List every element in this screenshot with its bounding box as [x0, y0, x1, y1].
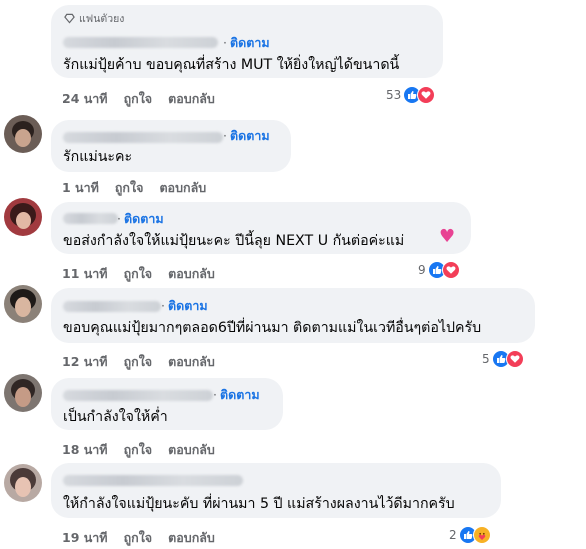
comment-item: · ติดตาม ขอส่งกำลังใจให้แม่ปุ้ยนะคะ ปีนี้…: [0, 194, 586, 284]
heart-emoji: ♥: [439, 226, 456, 247]
comment-time[interactable]: 24 นาที: [62, 89, 108, 109]
reaction-count: 9: [418, 263, 426, 277]
reaction-summary[interactable]: 5: [482, 350, 524, 368]
comment-actions: 12 นาที ถูกใจ ตอบกลับ: [62, 352, 215, 372]
like-button[interactable]: ถูกใจ: [124, 528, 153, 548]
comment-text: ขอบคุณแม่ปุ้ยมากๆตลอด6ปีที่ผ่านมา ติดตาม…: [63, 320, 482, 336]
reaction-summary[interactable]: 2: [449, 526, 491, 544]
reply-button[interactable]: ตอบกลับ: [168, 528, 215, 548]
like-button[interactable]: ถูกใจ: [124, 440, 153, 460]
comment-actions: 24 นาที ถูกใจ ตอบกลับ: [62, 89, 215, 109]
reply-button[interactable]: ตอบกลับ: [168, 440, 215, 460]
comment-item: · ติดตาม ขอบคุณแม่ปุ้ยมากๆตลอด6ปีที่ผ่านม…: [0, 285, 586, 375]
commenter-name-blurred[interactable]: [63, 132, 223, 143]
comment-time[interactable]: 19 นาที: [62, 528, 108, 548]
reaction-count: 2: [449, 528, 457, 542]
reply-button[interactable]: ตอบกลับ: [168, 352, 215, 372]
like-button[interactable]: ถูกใจ: [124, 352, 153, 372]
follow-link[interactable]: · ติดตาม: [223, 126, 270, 146]
comment-time[interactable]: 11 นาที: [62, 264, 108, 284]
like-button[interactable]: ถูกใจ: [124, 89, 153, 109]
follow-link[interactable]: · ติดตาม: [117, 209, 164, 229]
fan-badge-label: แฟนตัวยง: [79, 13, 125, 25]
comment-text: รักแม่ปุ้ยค้าบ ขอบคุณที่สร้าง MUT ให้ยิ่…: [63, 57, 400, 73]
care-icon: [472, 526, 491, 544]
commenter-name-blurred[interactable]: [63, 475, 243, 486]
comment-actions: 19 นาที ถูกใจ ตอบกลับ: [62, 528, 215, 548]
comment-text: ให้กำลังใจแม่ปุ้ยนะคับ ที่ผ่านมา 5 ปี แม…: [63, 496, 455, 512]
comment-time[interactable]: 18 นาที: [62, 440, 108, 460]
comment-time[interactable]: 12 นาที: [62, 352, 108, 372]
comment-bubble: · ติดตาม เป็นกำลังใจให้ค่ำ: [51, 378, 283, 430]
reply-button[interactable]: ตอบกลับ: [168, 264, 215, 284]
love-icon: [505, 350, 524, 368]
comment-bubble: แฟนตัวยง · ติดตาม รักแม่ปุ้ยค้าบ ขอบคุณที…: [51, 5, 443, 78]
love-icon: [441, 261, 460, 279]
comment-item: แฟนตัวยง · ติดตาม รักแม่ปุ้ยค้าบ ขอบคุณที…: [0, 0, 586, 106]
commenter-name-blurred[interactable]: [63, 301, 161, 312]
comment-item: · ติดตาม เป็นกำลังใจให้ค่ำ 18 นาที ถูกใจ …: [0, 374, 586, 464]
comment-text: เป็นกำลังใจให้ค่ำ: [63, 409, 168, 425]
comment-bubble: · ติดตาม ขอส่งกำลังใจให้แม่ปุ้ยนะคะ ปีนี้…: [51, 202, 471, 254]
comment-item: ให้กำลังใจแม่ปุ้ยนะคับ ที่ผ่านมา 5 ปี แม…: [0, 458, 586, 548]
comment-actions: 11 นาที ถูกใจ ตอบกลับ: [62, 264, 215, 284]
avatar[interactable]: [4, 198, 42, 236]
avatar[interactable]: [4, 464, 42, 502]
diamond-icon: [64, 13, 75, 24]
comment-text: ขอส่งกำลังใจให้แม่ปุ้ยนะคะ ปีนี้ลุย NEXT…: [63, 233, 405, 249]
comment-bubble: · ติดตาม รักแม่นะคะ: [51, 120, 291, 172]
reaction-summary[interactable]: 53: [386, 86, 436, 104]
commenter-name-blurred[interactable]: [63, 213, 118, 224]
comment-bubble: ให้กำลังใจแม่ปุ้ยนะคับ ที่ผ่านมา 5 ปี แม…: [51, 463, 501, 518]
commenter-name-blurred[interactable]: [63, 390, 213, 401]
comment-bubble: · ติดตาม ขอบคุณแม่ปุ้ยมากๆตลอด6ปีที่ผ่านม…: [51, 288, 535, 343]
comment-text: รักแม่นะคะ: [63, 149, 133, 165]
love-icon: [417, 86, 436, 104]
reaction-count: 53: [386, 88, 402, 102]
avatar[interactable]: [4, 374, 42, 412]
follow-link[interactable]: · ติดตาม: [161, 296, 208, 316]
commenter-name-blurred[interactable]: [63, 37, 218, 48]
follow-link[interactable]: · ติดตาม: [223, 33, 270, 53]
avatar[interactable]: [4, 285, 42, 323]
comment-item: · ติดตาม รักแม่นะคะ 1 นาที ถูกใจ ตอบกลับ: [0, 113, 586, 203]
like-button[interactable]: ถูกใจ: [124, 264, 153, 284]
reply-button[interactable]: ตอบกลับ: [168, 89, 215, 109]
top-fan-badge: แฟนตัวยง: [64, 10, 124, 27]
comment-actions: 18 นาที ถูกใจ ตอบกลับ: [62, 440, 215, 460]
avatar[interactable]: [4, 115, 42, 153]
follow-link[interactable]: · ติดตาม: [213, 385, 260, 405]
reaction-summary[interactable]: 9: [418, 261, 460, 279]
reaction-count: 5: [482, 352, 490, 366]
